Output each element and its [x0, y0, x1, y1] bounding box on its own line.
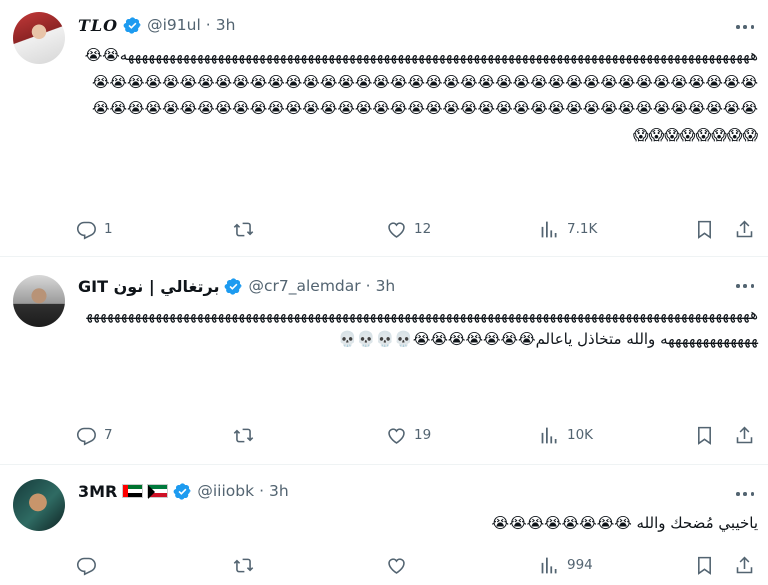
display-name[interactable]: 3MR — [78, 482, 117, 501]
verified-badge-icon — [225, 277, 243, 295]
share-button[interactable] — [734, 423, 755, 447]
bookmark-button[interactable] — [694, 553, 715, 577]
tweet-header: TLO @i91ul · 3h — [78, 14, 235, 36]
like-button[interactable] — [386, 553, 414, 577]
action-bar: 7 19 10K — [76, 423, 755, 447]
reply-button[interactable] — [76, 553, 104, 577]
bookmark-icon — [698, 220, 711, 239]
reply-count: 1 — [104, 221, 113, 237]
more-icon[interactable] — [734, 485, 756, 503]
bookmark-icon — [698, 556, 711, 575]
retweet-button[interactable] — [233, 217, 261, 241]
tweet[interactable]: 3MR @iiiobk · 3h ياخيبي مُضحك والله 😭😭😭😭… — [0, 465, 768, 585]
share-icon — [736, 556, 753, 573]
timestamp[interactable]: 3h — [216, 16, 236, 34]
reply-icon — [76, 427, 96, 446]
retweet-icon — [233, 558, 254, 572]
avatar[interactable] — [13, 275, 65, 327]
separator: · — [365, 277, 371, 295]
more-icon[interactable] — [734, 18, 756, 36]
share-button[interactable] — [734, 553, 755, 577]
retweet-icon — [233, 222, 254, 236]
timestamp[interactable]: 3h — [376, 277, 396, 295]
tweet[interactable]: GIT برتغالي | نون @cr7_alemdar · 3h هههه… — [0, 257, 768, 465]
tweet-header: 3MR @iiiobk · 3h — [78, 480, 289, 502]
tweet[interactable]: TLO @i91ul · 3h هههههههههههههههههههههههه… — [0, 0, 768, 257]
view-count: 10K — [567, 427, 594, 443]
views-icon — [541, 557, 557, 573]
views-icon — [541, 221, 557, 237]
views-button[interactable]: 10K — [539, 423, 593, 447]
handle[interactable]: @cr7_alemdar — [248, 277, 360, 295]
action-bar: 1 12 7.1K — [76, 217, 755, 241]
like-icon — [388, 427, 405, 444]
retweet-button[interactable] — [233, 553, 261, 577]
retweet-icon — [233, 428, 254, 442]
more-icon[interactable] — [734, 277, 756, 295]
share-button[interactable] — [734, 217, 755, 241]
bookmark-icon — [698, 426, 711, 445]
handle[interactable]: @i91ul — [147, 16, 201, 34]
kuwait-flag-icon — [147, 484, 169, 499]
retweet-button[interactable] — [233, 423, 261, 447]
timestamp[interactable]: 3h — [269, 482, 289, 500]
reply-count: 7 — [104, 427, 113, 443]
avatar[interactable] — [13, 12, 65, 64]
verified-badge-icon — [123, 16, 141, 34]
like-icon — [388, 221, 405, 238]
avatar[interactable] — [13, 479, 65, 531]
handle[interactable]: @iiiobk — [197, 482, 254, 500]
share-icon — [736, 426, 753, 443]
tweet-text: هههههههههههههههههههههههههههههههههههههههه… — [86, 305, 758, 348]
display-name[interactable]: GIT برتغالي | نون — [78, 277, 219, 296]
like-button[interactable]: 12 — [386, 217, 431, 241]
display-name[interactable]: TLO — [78, 16, 118, 35]
like-button[interactable]: 19 — [386, 423, 431, 447]
views-button[interactable]: 7.1K — [539, 217, 597, 241]
flags — [122, 484, 169, 499]
separator: · — [205, 16, 211, 34]
views-button[interactable]: 994 — [539, 553, 593, 577]
like-count: 19 — [414, 427, 432, 443]
uae-flag-icon — [122, 484, 144, 498]
reply-button[interactable]: 1 — [76, 217, 113, 241]
reply-icon — [76, 221, 96, 240]
bookmark-button[interactable] — [694, 423, 715, 447]
bookmark-button[interactable] — [694, 217, 715, 241]
tweet-header: GIT برتغالي | نون @cr7_alemdar · 3h — [78, 275, 395, 297]
share-icon — [736, 220, 753, 237]
reply-icon — [76, 557, 96, 576]
like-icon — [388, 557, 405, 574]
tweet-text: ياخيبي مُضحك والله 😭😭😭😭😭😭😭😭 — [491, 514, 758, 532]
verified-badge-icon — [173, 482, 191, 500]
reply-button[interactable]: 7 — [76, 423, 113, 447]
view-count: 994 — [567, 557, 593, 573]
separator: · — [259, 482, 265, 500]
views-icon — [541, 427, 557, 443]
action-bar: 994 — [76, 553, 755, 577]
view-count: 7.1K — [567, 221, 598, 237]
like-count: 12 — [414, 221, 432, 237]
tweet-text: هههههههههههههههههههههههههههههههههههههههه… — [84, 46, 758, 144]
